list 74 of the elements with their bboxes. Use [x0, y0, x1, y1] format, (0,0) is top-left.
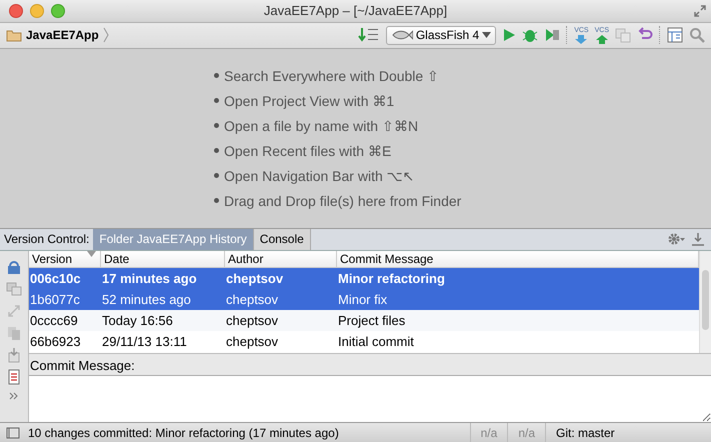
commit-icon[interactable]: [6, 346, 22, 363]
table-cell-text: 0cccc69: [29, 312, 79, 328]
coverage-icon[interactable]: [544, 27, 560, 44]
field-label: Commit Message:: [29, 356, 136, 375]
tool-window-label: Version Control:: [3, 231, 90, 248]
expand-icon[interactable]: [8, 390, 20, 401]
column-header[interactable]: Version: [29, 250, 101, 267]
table-cell-text: 17 minutes ago: [101, 270, 198, 286]
copy-icon[interactable]: [6, 324, 22, 341]
table-cell-text: Minor refactoring: [337, 270, 446, 286]
structure-icon[interactable]: [667, 27, 683, 44]
table-row[interactable]: 1b6077c 52 minutes ago cheptsov Minor fix: [29, 288, 699, 310]
fish-icon: [390, 30, 413, 40]
update-binary-icon[interactable]: [358, 27, 380, 44]
window-title: JavaEE7App – [~/JavaEE7App]: [264, 3, 448, 18]
hint-text: Open Navigation Bar with ⌥↖: [224, 166, 415, 185]
table-cell-text: Minor fix: [337, 292, 388, 307]
down-arrow-icon: [575, 34, 588, 44]
compare-icon[interactable]: [6, 280, 22, 297]
table-row[interactable]: 0cccc69 Today 16:56 cheptsov Project files: [29, 310, 699, 331]
table-cell-text: Project files: [337, 312, 406, 328]
column-header[interactable]: Date: [101, 250, 225, 267]
hide-icon[interactable]: [691, 232, 705, 246]
compare-icon[interactable]: [615, 27, 631, 44]
breadcrumb[interactable]: JavaEE7App: [26, 28, 99, 42]
checklist-icon[interactable]: [6, 368, 22, 385]
table-cell-text: 1b6077c: [29, 292, 81, 307]
diff-arrows-icon[interactable]: [6, 302, 22, 319]
panel-toggle-icon[interactable]: [6, 426, 20, 438]
hint-text: Search Everywhere with Double ⇧: [224, 66, 440, 85]
search-icon[interactable]: [689, 27, 705, 44]
dropdown-arrow-icon: [482, 32, 492, 38]
status-field: n/a: [470, 423, 508, 442]
settings-icon[interactable]: [667, 232, 685, 246]
close-button[interactable]: [9, 4, 23, 18]
table-cell-text: cheptsov: [225, 334, 280, 349]
up-arrow-icon: [596, 34, 608, 44]
branch-selector[interactable]: Git: master: [545, 423, 661, 442]
table-cell-text: cheptsov: [225, 292, 280, 307]
sort-arrow-icon: [87, 250, 96, 257]
table-row[interactable]: 006c10c 17 minutes ago cheptsov Minor refactoring: [29, 268, 699, 289]
chevron-icon: [102, 27, 109, 44]
table-cell-text: 29/11/13 13:11: [101, 334, 188, 349]
bullet-icon: [214, 173, 219, 178]
table-cell-text: Today 16:56: [101, 312, 174, 328]
bullet-icon: [214, 198, 219, 204]
table-cell-text: 006c10c: [29, 270, 82, 286]
status-message: 10 changes committed: Minor refactoring (17 minutes ago): [27, 426, 340, 440]
bullet-icon: [214, 123, 219, 128]
hint-text: Open a file by name with ⇧⌘N: [224, 116, 418, 135]
tab[interactable]: Console: [254, 228, 311, 250]
commit-message-field[interactable]: [29, 374, 711, 422]
scrollbar-thumb[interactable]: [702, 270, 709, 330]
table-row[interactable]: 66b6923 29/11/13 13:11 cheptsov Initial commit: [29, 330, 699, 352]
minimize-button[interactable]: [30, 4, 44, 18]
zoom-button[interactable]: [51, 4, 65, 18]
table-cell-text: cheptsov: [225, 312, 280, 328]
run-config-dropdown[interactable]: GlassFish 4: [386, 26, 496, 45]
column-header[interactable]: Author: [225, 250, 337, 267]
status-field: n/a: [507, 423, 545, 442]
table-cell-text: 66b6923: [29, 334, 82, 349]
hint-text: Drag and Drop file(s) here from Finder: [224, 192, 462, 210]
folder-icon: [6, 28, 22, 42]
run-icon[interactable]: [502, 28, 516, 42]
table-cell-text: Initial commit: [337, 334, 415, 349]
bullet-icon: [214, 73, 219, 78]
hint-text: Open Project View with ⌘1: [224, 92, 394, 110]
bullet-icon: [214, 148, 219, 154]
hint-text: Open Recent files with ⌘E: [224, 142, 392, 160]
bullet-icon: [214, 98, 219, 104]
table-cell-text: cheptsov: [225, 270, 284, 286]
fullscreen-icon[interactable]: [693, 4, 707, 18]
table-cell-text: 52 minutes ago: [101, 292, 192, 307]
debug-bug-icon[interactable]: [522, 27, 538, 44]
